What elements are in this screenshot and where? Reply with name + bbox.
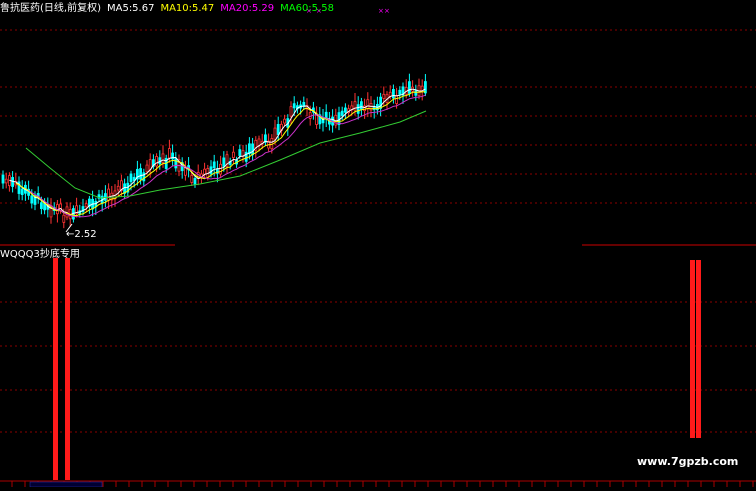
candle-body xyxy=(148,159,152,170)
candle-body xyxy=(407,81,411,94)
candle-body xyxy=(193,178,197,185)
candle-body xyxy=(343,107,347,113)
candle-body xyxy=(190,175,194,183)
candle-body xyxy=(324,111,328,119)
chart-header: 鲁抗医药(日线,前复权) MA5:5.67 MA10:5.47 MA20:5.29 MA… xyxy=(0,0,340,14)
indicator-bar xyxy=(690,260,695,438)
candle-body xyxy=(174,158,178,169)
candle-body xyxy=(231,151,235,158)
candle-body xyxy=(315,114,319,125)
ma5-line xyxy=(9,88,426,216)
low-price-label: ←2.52 xyxy=(66,229,97,240)
candle-body xyxy=(167,148,171,159)
candle-body xyxy=(337,112,341,125)
watermark: www.7gpzb.com xyxy=(637,455,739,468)
candle-body xyxy=(356,104,360,114)
candle-body xyxy=(11,177,15,187)
indicator-bar xyxy=(65,258,70,480)
indicator-bars xyxy=(53,258,701,480)
candle-body xyxy=(398,89,402,95)
candle-body xyxy=(209,166,213,175)
indicator-title: WQQQ3抄底专用 xyxy=(0,249,80,260)
candle-body xyxy=(238,149,242,156)
signal-marker: × xyxy=(384,7,390,15)
candle-body xyxy=(382,93,386,99)
candle-body xyxy=(219,163,223,175)
candle-body xyxy=(203,168,207,175)
candle-body xyxy=(183,167,187,176)
candle-body xyxy=(129,173,133,183)
candle-body xyxy=(251,143,255,156)
candle-body xyxy=(20,188,24,195)
candle-body xyxy=(391,89,395,99)
candle-body xyxy=(139,168,143,180)
candle-body xyxy=(340,110,344,116)
candle-body xyxy=(161,153,165,163)
axis-date-box xyxy=(29,481,103,488)
candle-body xyxy=(107,188,110,201)
candle-body xyxy=(40,202,43,209)
candle-body xyxy=(1,174,5,184)
grid-lines: × × × × xyxy=(0,7,756,482)
candle-body xyxy=(289,106,293,117)
candle-body xyxy=(273,127,277,140)
candlesticks xyxy=(1,73,427,229)
candle-body xyxy=(414,90,418,96)
candle-body xyxy=(116,185,120,191)
candle-body xyxy=(155,156,159,167)
candle-body xyxy=(222,157,226,167)
chart-canvas[interactable]: × × × × xyxy=(0,0,756,488)
candle-body xyxy=(84,203,88,208)
ma60-label: MA60:5.58 xyxy=(280,3,334,14)
candle-body xyxy=(308,112,312,119)
candle-body xyxy=(4,178,8,184)
ma10-label: MA10:5.47 xyxy=(160,3,215,14)
indicator-bar xyxy=(696,260,701,438)
chart-title: 鲁抗医药(日线,前复权) xyxy=(0,3,101,14)
candle-body xyxy=(359,101,363,110)
signal-marker: × xyxy=(378,7,384,15)
ma20-label: MA20:5.29 xyxy=(220,3,275,14)
candle-body xyxy=(104,193,107,201)
candle-body xyxy=(423,81,427,94)
ma5-label: MA5:5.67 xyxy=(106,3,155,14)
candle-body xyxy=(363,105,367,112)
stock-chart-window: × × × × 鲁抗医药(日线,前复权) MA5:5.67 MA10:5.47 MA20:5… xyxy=(0,0,756,488)
candle-body xyxy=(212,161,216,169)
candle-body xyxy=(276,124,280,135)
candle-body xyxy=(62,214,66,223)
candle-body xyxy=(395,95,399,104)
candle-body xyxy=(30,195,34,204)
candle-body xyxy=(283,118,287,124)
candle-body xyxy=(366,99,370,110)
indicator-bar xyxy=(53,258,58,480)
time-axis xyxy=(11,481,754,488)
candle-body xyxy=(145,164,149,173)
candle-body xyxy=(292,103,296,109)
